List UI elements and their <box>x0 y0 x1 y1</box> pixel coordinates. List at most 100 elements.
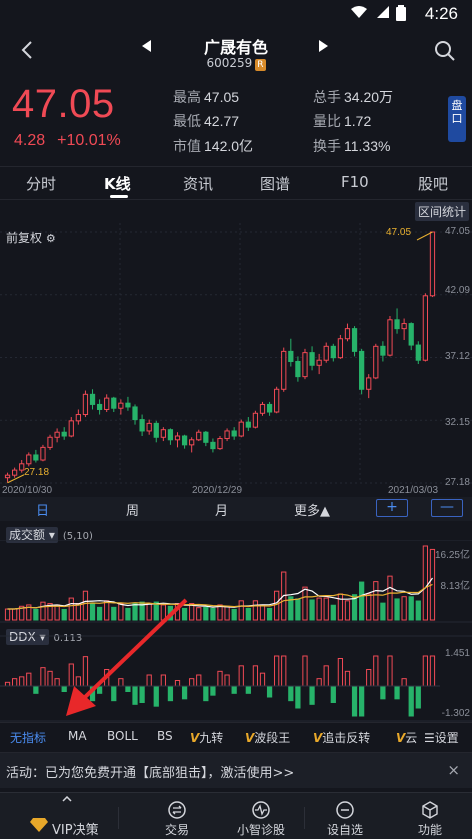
promo-banner[interactable]: 活动：已为您免费开通【底部狙击】，激活使用>> × <box>0 752 472 788</box>
high-price-label: 47.05 <box>386 227 412 238</box>
battery-icon <box>396 5 406 21</box>
volume-bar <box>238 600 244 621</box>
close-icon[interactable]: × <box>447 761 460 779</box>
indicator-none[interactable]: 无指标 <box>10 729 46 746</box>
volume-bar <box>196 607 202 621</box>
ddx-bar <box>231 685 237 694</box>
indicator-label: 九转 <box>199 731 224 745</box>
stat-label: 市值 <box>173 138 201 154</box>
minus-circle-icon <box>336 801 354 819</box>
indicator-settings[interactable]: ☰设置 <box>424 729 459 746</box>
candle <box>344 323 351 342</box>
ddx-bar <box>203 685 209 702</box>
nav-add-watchlist[interactable]: 设自选 <box>306 793 384 839</box>
candle <box>104 394 110 413</box>
candle <box>429 231 436 298</box>
stat-low: 最低 42.77 <box>173 111 239 131</box>
stat-label: 最高 <box>173 89 201 105</box>
candle <box>323 342 329 363</box>
nav-diagnosis[interactable]: 小智诊股 <box>222 793 300 839</box>
vip-mark-icon: V <box>396 731 406 745</box>
tab-forum[interactable]: 股吧 <box>418 173 448 194</box>
volume-bar <box>394 598 400 621</box>
tab-timeshare[interactable]: 分时 <box>26 173 56 194</box>
volume-bar <box>33 608 39 621</box>
ddx-bar <box>238 665 244 687</box>
nav-label: 功能 <box>417 823 442 837</box>
period-week[interactable]: 周 <box>126 500 139 519</box>
vip-mark-icon: V <box>245 731 255 745</box>
zoom-out-button[interactable]: — <box>431 499 463 517</box>
adjust-label: 前复权 <box>6 231 43 245</box>
tab-news[interactable]: 资讯 <box>183 173 213 194</box>
period-more[interactable]: 更多▲ <box>294 500 330 519</box>
kline-svg <box>0 223 472 484</box>
candle <box>82 390 89 418</box>
candle <box>40 444 46 462</box>
tab-kline[interactable]: K线 <box>104 173 131 194</box>
tab-f10[interactable]: F10 <box>341 173 369 191</box>
volume-bar <box>245 607 251 621</box>
nav-label: 交易 <box>164 823 189 837</box>
indicator-bs[interactable]: BS <box>157 729 173 743</box>
period-month[interactable]: 月 <box>215 500 228 519</box>
volume-bar <box>316 597 322 621</box>
stat-label: 总手 <box>313 89 341 105</box>
stat-label: 量比 <box>313 113 341 129</box>
ddx-bar <box>337 658 344 687</box>
range-stats-button[interactable]: 区间统计 <box>414 202 469 221</box>
ddx-bar <box>344 670 351 687</box>
ddx-bar <box>11 678 18 687</box>
candle <box>167 428 174 445</box>
y-tick: 32.15 <box>444 417 470 428</box>
adjust-dropdown[interactable]: 前复权 ⚙ <box>6 229 56 246</box>
wifi-icon <box>351 6 367 18</box>
nav-trade[interactable]: 交易 <box>138 793 216 839</box>
candle <box>132 404 138 425</box>
candle <box>224 428 230 442</box>
indicator-jiuzhuan[interactable]: V九转 <box>190 729 223 746</box>
status-bar: 4:26 <box>0 0 472 28</box>
volume-bar <box>359 581 365 621</box>
annotation-arrow <box>66 598 188 716</box>
volume-bar <box>210 607 216 621</box>
candle <box>189 437 195 453</box>
ddx-bar <box>210 685 216 696</box>
ddx-bar <box>373 655 379 687</box>
zoom-in-button[interactable]: + <box>376 499 408 517</box>
indicator-boll[interactable]: BOLL <box>107 729 138 743</box>
pankou-button[interactable]: 盘口 <box>448 96 466 142</box>
price-change: 4.28 +10.01% <box>14 132 121 150</box>
candle <box>160 427 166 442</box>
candle <box>174 432 181 448</box>
clock: 4:26 <box>424 4 458 23</box>
period-bar: 日 周 月 更多▲ + — <box>0 497 472 521</box>
ddx-bar <box>295 685 301 709</box>
candle <box>387 316 393 357</box>
vip-mark-icon: V <box>313 731 323 745</box>
ddx-bar <box>266 685 273 698</box>
volume-bar <box>4 608 11 621</box>
tab-graph[interactable]: 图谱 <box>260 173 290 194</box>
promo-text[interactable]: 活动：已为您免费开通【底部狙击】，激活使用>> <box>6 762 294 781</box>
candle <box>245 417 251 431</box>
nav-functions[interactable]: 功能 <box>391 793 469 839</box>
period-day[interactable]: 日 <box>36 500 49 519</box>
search-icon[interactable] <box>434 40 456 62</box>
indicator-boduanwang[interactable]: V波段王 <box>245 729 290 746</box>
indicator-cloud[interactable]: V云 <box>396 729 417 746</box>
volume-bar <box>295 598 301 621</box>
margin-badge: R <box>255 59 266 71</box>
next-stock-icon[interactable] <box>318 40 328 52</box>
candle <box>415 341 421 365</box>
volume-bar <box>323 597 329 621</box>
stat-value: 42.77 <box>204 113 240 129</box>
indicator-ma[interactable]: MA <box>68 729 87 743</box>
indicator-zhuiji[interactable]: V追击反转 <box>313 729 370 746</box>
kline-chart[interactable]: 区间统计 前复权 ⚙ 47.05 42.09 37.12 32.15 27.18… <box>0 201 472 496</box>
ddx-bar <box>259 672 266 687</box>
nav-vip-decision[interactable]: VIP决策 <box>0 793 118 839</box>
volume-bar <box>266 607 273 621</box>
ddx-bar <box>54 678 60 687</box>
nav-separator <box>304 807 305 829</box>
